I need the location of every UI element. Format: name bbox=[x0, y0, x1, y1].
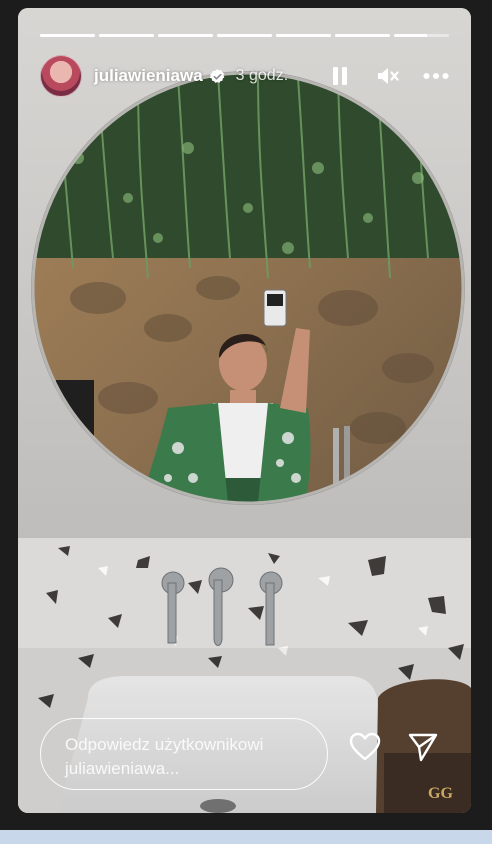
more-options-button[interactable] bbox=[423, 63, 449, 89]
story-viewer[interactable]: GG juliawieniawa 3 godz. bbox=[18, 8, 471, 813]
username[interactable]: juliawieniawa bbox=[94, 66, 203, 86]
progress-segment bbox=[276, 34, 331, 37]
verified-badge-icon bbox=[209, 68, 225, 83]
progress-segment-fill bbox=[158, 34, 213, 37]
progress-segment-fill bbox=[99, 34, 154, 37]
story-controls bbox=[327, 63, 449, 89]
like-button[interactable] bbox=[348, 730, 382, 764]
progress-segment bbox=[99, 34, 154, 37]
progress-segment bbox=[335, 34, 390, 37]
window-bottom-strip bbox=[0, 830, 492, 844]
speaker-muted-icon bbox=[378, 68, 399, 84]
pause-button[interactable] bbox=[327, 63, 353, 89]
more-horizontal-icon bbox=[423, 72, 449, 80]
heart-outline-icon bbox=[349, 732, 381, 761]
user-avatar[interactable] bbox=[40, 55, 82, 97]
mute-button[interactable] bbox=[375, 63, 401, 89]
progress-segment bbox=[40, 34, 95, 37]
reply-placeholder: Odpowiedz użytkownikowi juliawieniawa... bbox=[65, 735, 264, 778]
progress-segment-fill bbox=[40, 34, 95, 37]
post-time: 3 godz. bbox=[235, 67, 289, 84]
paper-plane-icon bbox=[408, 733, 438, 762]
story-actions bbox=[348, 730, 440, 764]
progress-segment-fill bbox=[276, 34, 331, 37]
progress-segment bbox=[394, 34, 449, 37]
story-progress-bar bbox=[40, 34, 449, 37]
story-photo: GG bbox=[18, 8, 471, 813]
progress-segment bbox=[217, 34, 272, 37]
progress-segment-fill bbox=[217, 34, 272, 37]
reply-input[interactable]: Odpowiedz użytkownikowi juliawieniawa... bbox=[40, 718, 328, 790]
progress-segment bbox=[158, 34, 213, 37]
pause-icon bbox=[333, 67, 347, 85]
story-header: juliawieniawa 3 godz. bbox=[40, 54, 449, 98]
progress-segment-fill bbox=[335, 34, 390, 37]
progress-segment-fill bbox=[394, 34, 427, 37]
share-button[interactable] bbox=[406, 730, 440, 764]
